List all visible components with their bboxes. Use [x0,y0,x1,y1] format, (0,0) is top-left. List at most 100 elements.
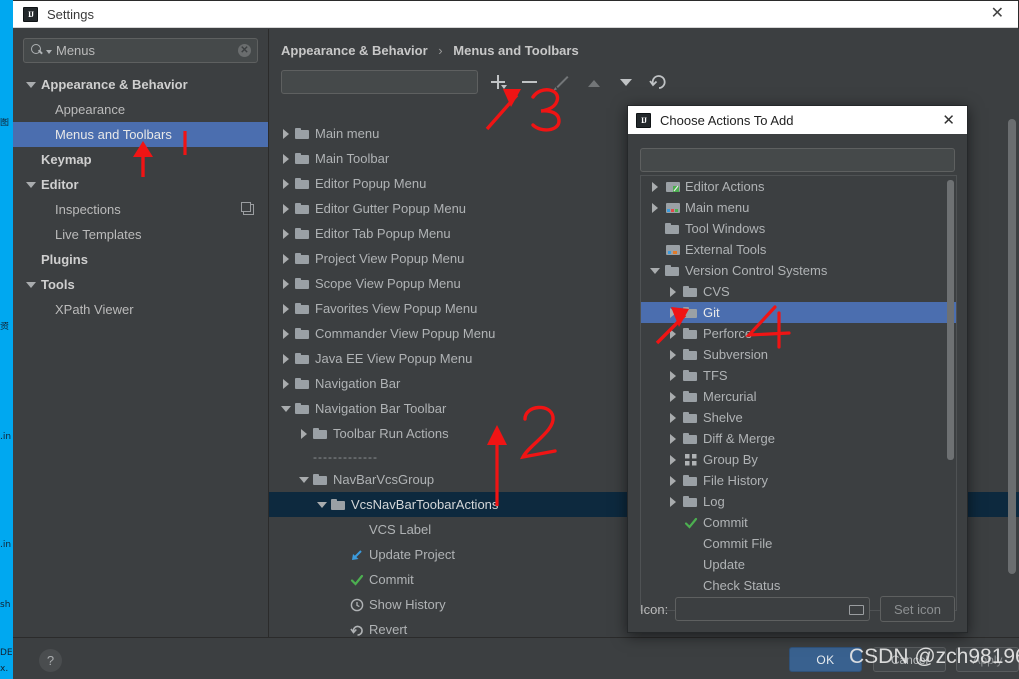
action-tree-row[interactable]: Log [641,491,956,512]
chevron-right-icon[interactable] [663,370,683,381]
dialog-tree-scrollbar[interactable] [947,180,954,460]
sidebar-search-box[interactable]: Menus ✕ [23,38,258,63]
set-icon-button[interactable]: Set icon [880,596,955,622]
action-tree-label: Mercurial [703,389,757,404]
chevron-right-icon[interactable] [645,202,665,213]
chevron-right-icon[interactable] [277,278,295,289]
dialog-titlebar: IJ Choose Actions To Add ✕ [628,106,967,134]
chevron-right-icon[interactable] [663,286,683,297]
action-tree-row[interactable]: Version Control Systems [641,260,956,281]
window-title: Settings [47,6,94,22]
action-tree-row[interactable]: Diff & Merge [641,428,956,449]
chevron-right-icon[interactable] [663,391,683,402]
tree-row-label: Project View Popup Menu [315,251,465,266]
action-tree-row[interactable]: Update [641,554,956,575]
chevron-right-icon[interactable] [277,328,295,339]
folder-icon [665,223,679,234]
chevron-right-icon[interactable] [277,203,295,214]
add-button[interactable] [486,70,510,94]
action-tree-row[interactable]: External Tools [641,239,956,260]
main-tree-scrollbar[interactable] [1008,119,1016,574]
action-tree-row[interactable]: TFS [641,365,956,386]
action-tree-label: Version Control Systems [685,263,828,278]
chevron-right-icon[interactable] [277,303,295,314]
chevron-right-icon[interactable] [663,454,683,465]
sidebar-item-label: Editor [41,177,79,192]
main-toolbar [281,70,1019,94]
chevron-right-icon[interactable] [277,353,295,364]
folder-icon [683,391,697,402]
move-up-button[interactable] [582,70,606,94]
chevron-down-icon[interactable] [23,181,39,188]
chevron-right-icon[interactable] [663,412,683,423]
chevron-right-icon[interactable] [663,328,683,339]
action-tree-row[interactable]: CVS [641,281,956,302]
sidebar-item-appearance-behavior[interactable]: Appearance & Behavior [13,72,268,97]
chevron-right-icon[interactable] [663,433,683,444]
window-close-icon[interactable]: ✕ [985,4,1010,24]
action-tree-row[interactable]: Editor Actions [641,176,956,197]
sidebar-item-tools[interactable]: Tools [13,272,268,297]
action-tree-row[interactable]: Mercurial [641,386,956,407]
chevron-right-icon[interactable] [663,496,683,507]
main-search-input[interactable] [281,70,478,94]
folder-icon [295,253,309,264]
sidebar-item-live-templates[interactable]: Live Templates [13,222,268,247]
help-button[interactable]: ? [39,649,62,672]
sidebar-item-menus-and-toolbars[interactable]: Menus and Toolbars [13,122,268,147]
sidebar-item-label: Appearance [55,102,126,117]
folder-icon [295,378,309,389]
action-tree-row[interactable]: File History [641,470,956,491]
action-tree-row[interactable]: Perforce [641,323,956,344]
action-tree-row[interactable]: Commit [641,512,956,533]
action-tree-row[interactable]: Main menu [641,197,956,218]
watermark: CSDN @zch981964 [849,645,1019,668]
chevron-down-icon [46,50,52,54]
tree-row-label: Show History [369,597,446,612]
chevron-down-icon[interactable] [645,267,665,274]
action-tree-row[interactable]: Tool Windows [641,218,956,239]
chevron-right-icon[interactable] [277,153,295,164]
chevron-down-icon[interactable] [295,476,313,483]
action-tree-row[interactable]: Git [641,302,956,323]
breadcrumb-root[interactable]: Appearance & Behavior [281,43,428,58]
chevron-right-icon[interactable] [295,428,313,439]
action-tree-label: Commit File [703,536,773,551]
action-tree-row[interactable]: Check Status [641,575,956,596]
dialog-close-icon[interactable]: ✕ [936,111,961,129]
chevron-down-icon[interactable] [313,501,331,508]
action-tree-row[interactable]: Commit File [641,533,956,554]
sidebar-item-xpath-viewer[interactable]: XPath Viewer [13,297,268,322]
copy-icon[interactable] [241,202,254,215]
folder-icon [683,349,697,360]
action-tree-row[interactable]: Shelve [641,407,956,428]
remove-button[interactable] [518,70,542,94]
chevron-right-icon[interactable] [277,253,295,264]
chevron-right-icon[interactable] [663,349,683,360]
icon-path-input[interactable] [675,597,871,621]
sidebar-item-editor[interactable]: Editor [13,172,268,197]
chevron-down-icon[interactable] [23,81,39,88]
sidebar-item-plugins[interactable]: Plugins [13,247,268,272]
chevron-right-icon[interactable] [645,181,665,192]
chevron-right-icon[interactable] [663,475,683,486]
sidebar-item-keymap[interactable]: Keymap [13,147,268,172]
chevron-right-icon[interactable] [277,128,295,139]
sidebar-item-inspections[interactable]: Inspections [13,197,268,222]
browse-folder-icon[interactable] [849,604,865,615]
sidebar-item-appearance[interactable]: Appearance [13,97,268,122]
move-down-button[interactable] [614,70,638,94]
edit-button[interactable] [550,70,574,94]
chevron-right-icon[interactable] [663,307,683,318]
chevron-right-icon[interactable] [277,178,295,189]
chevron-down-icon[interactable] [23,281,39,288]
restore-button[interactable] [646,70,670,94]
dialog-search-input[interactable] [640,148,955,172]
action-tree-row[interactable]: Subversion [641,344,956,365]
chevron-down-icon[interactable] [277,405,295,412]
chevron-right-icon[interactable] [277,228,295,239]
action-tree-row[interactable]: Group By [641,449,956,470]
folder-icon [295,178,309,189]
chevron-right-icon[interactable] [277,378,295,389]
clear-search-icon[interactable]: ✕ [238,44,251,57]
